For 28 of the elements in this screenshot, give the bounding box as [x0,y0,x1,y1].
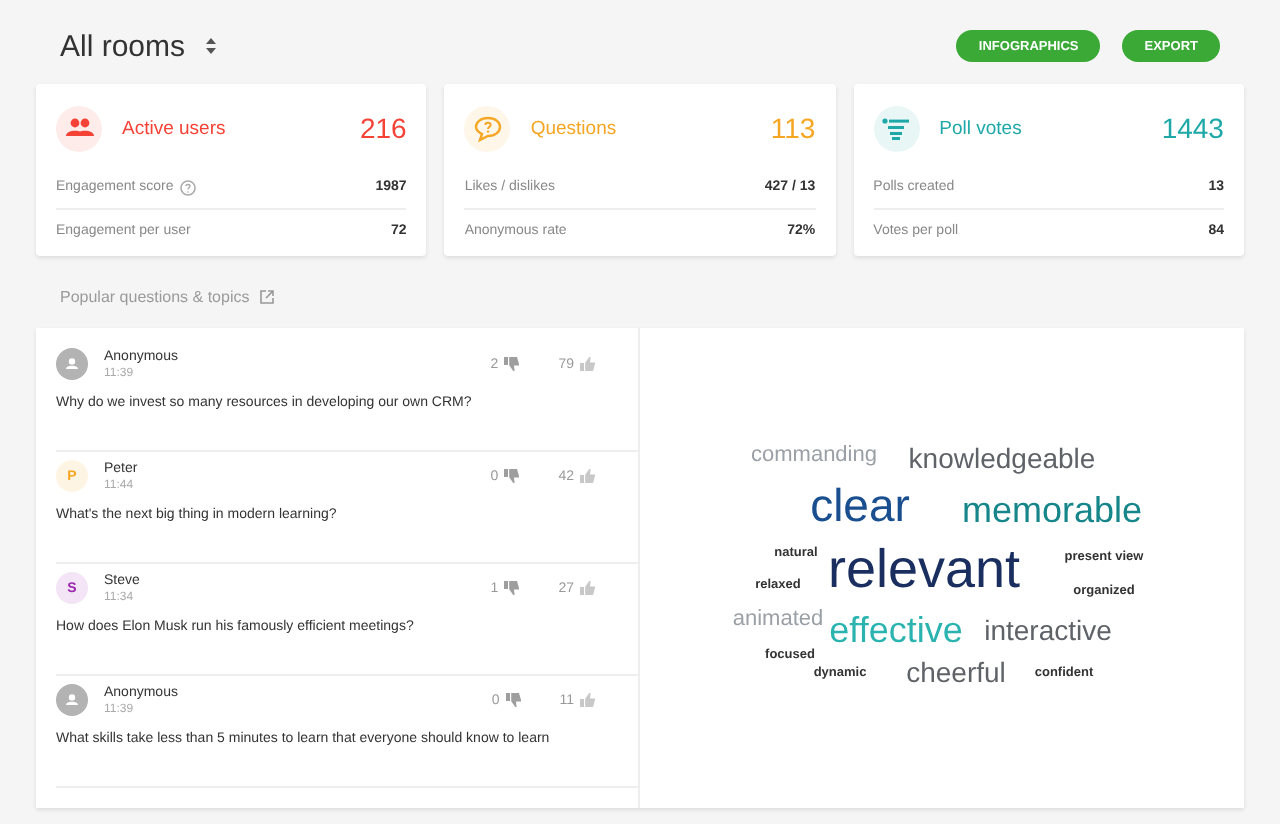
cloud-word: commanding [751,445,877,467]
sort-icon[interactable] [205,38,216,54]
thumbs-up-icon[interactable] [580,356,598,372]
cloud-word: effective [829,612,963,648]
card-total: 216 [359,112,407,144]
card-total: 1443 [1161,112,1224,144]
room-selector[interactable]: All rooms [60,29,186,63]
help-icon[interactable] [179,179,196,195]
thumbs-down-icon[interactable] [504,580,523,596]
cloud-word: memorable [961,492,1143,528]
external-link-icon[interactable] [259,290,274,304]
cloud-word: animated [732,609,824,631]
cloud-word: cheerful [906,658,1006,686]
thumbs-down-icon[interactable] [504,356,523,372]
card-total: 113 [770,112,816,144]
cloud-word: clear [810,483,910,529]
thumbs-down-icon[interactable] [504,468,523,484]
card-title: Questions [530,117,619,139]
card-title: Poll votes [939,117,1024,139]
cloud-word: knowledgeable [908,444,1096,472]
section-title: Popular questions & topics [60,288,250,306]
thumbs-up-icon[interactable] [580,468,598,484]
cloud-word: interactive [984,616,1112,644]
card-title: Active users [122,117,228,139]
thumbs-up-icon[interactable] [580,580,598,596]
thumbs-down-icon[interactable] [505,692,524,708]
thumbs-up-icon[interactable] [580,692,598,708]
cloud-word: relevant [827,543,1021,597]
